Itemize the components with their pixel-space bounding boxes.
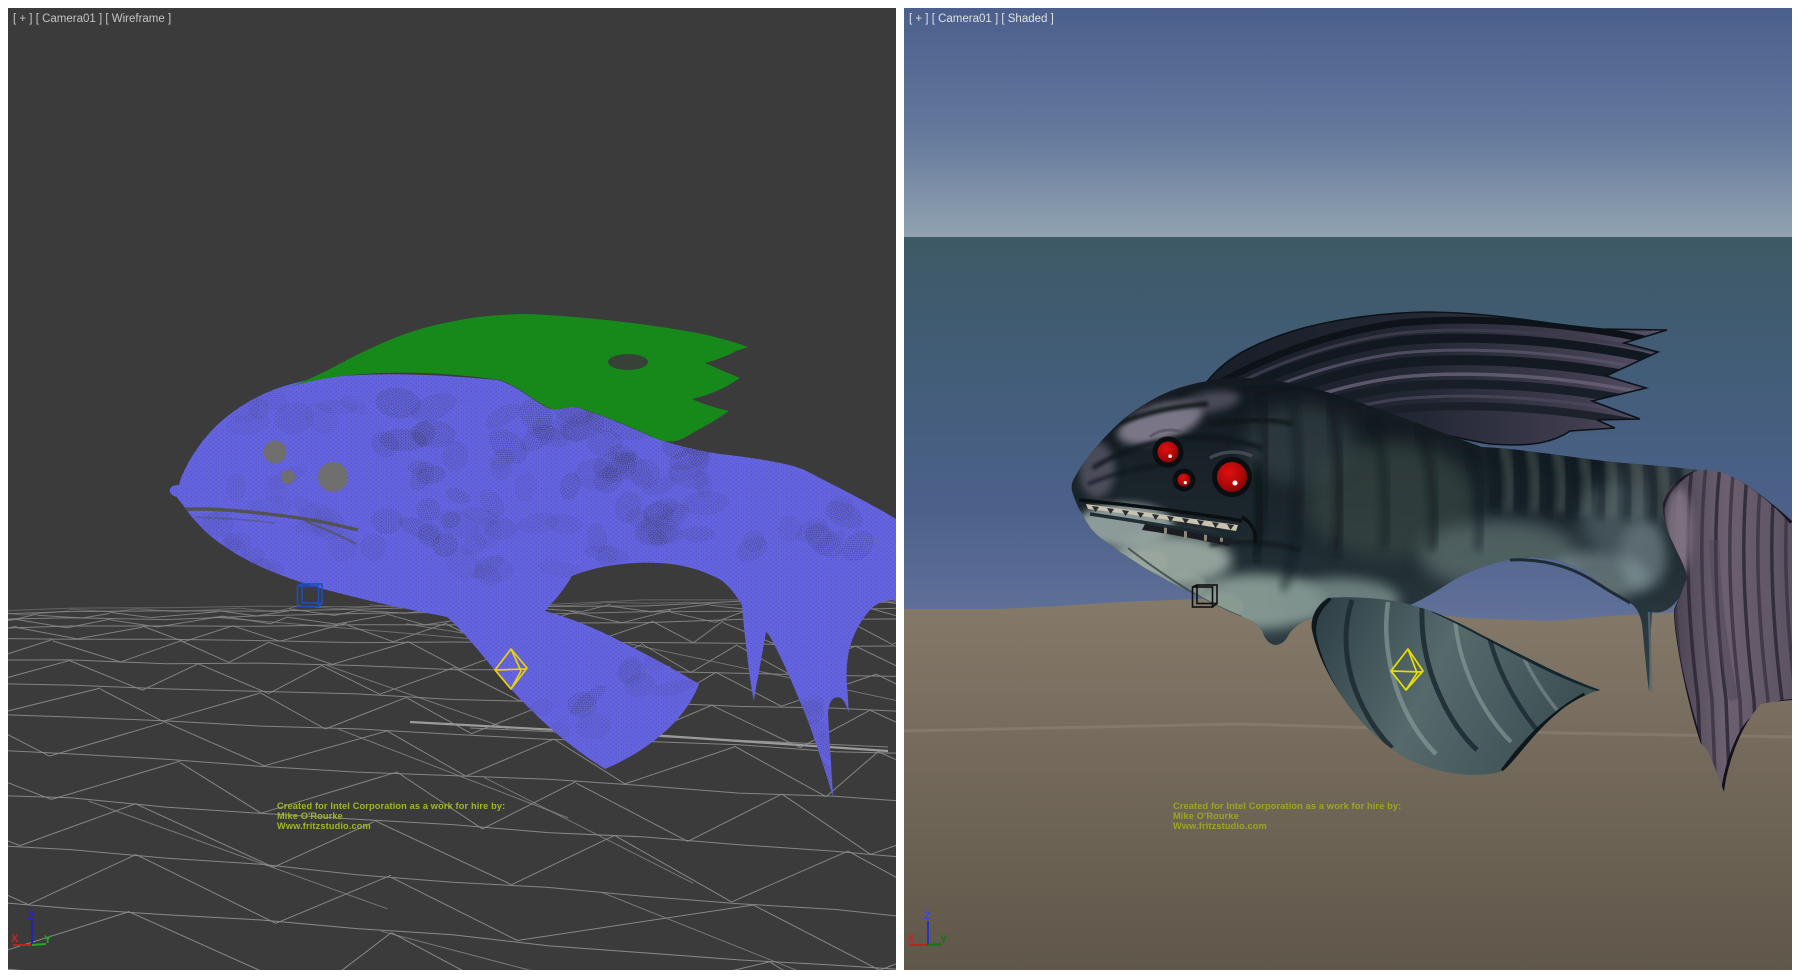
svg-text:Mike O'Rourke: Mike O'Rourke bbox=[1173, 811, 1239, 821]
svg-text:Www.fritzstudio.com: Www.fritzstudio.com bbox=[1173, 821, 1267, 831]
svg-text:Www.fritzstudio.com: Www.fritzstudio.com bbox=[277, 821, 371, 831]
svg-text:X: X bbox=[11, 933, 19, 945]
svg-text:Created for Intel Corporation: Created for Intel Corporation as a work … bbox=[277, 801, 505, 811]
svg-text:Mike O'Rourke: Mike O'Rourke bbox=[277, 811, 343, 821]
svg-text:Y: Y bbox=[940, 934, 948, 946]
svg-text:Y: Y bbox=[44, 934, 52, 946]
svg-text:X: X bbox=[907, 933, 915, 945]
svg-text:Z: Z bbox=[28, 910, 35, 922]
svg-text:Z: Z bbox=[924, 910, 931, 922]
svg-text:Created for Intel Corporation: Created for Intel Corporation as a work … bbox=[1173, 801, 1401, 811]
svg-text:[ + ] [ Camera01 ] [ Wireframe: [ + ] [ Camera01 ] [ Wireframe ] bbox=[13, 13, 171, 25]
svg-text:[ + ] [ Camera01 ] [ Shaded ]: [ + ] [ Camera01 ] [ Shaded ] bbox=[909, 13, 1054, 25]
